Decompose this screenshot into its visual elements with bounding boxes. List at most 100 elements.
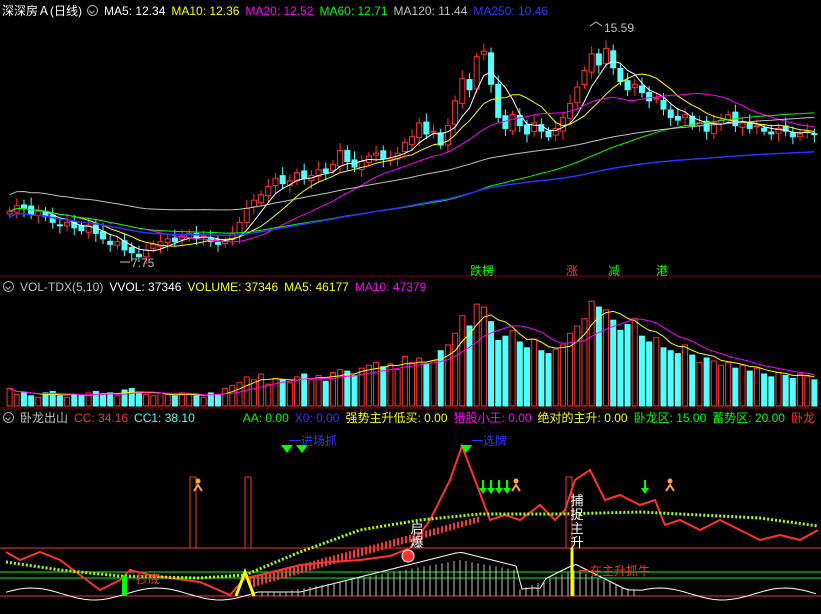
ma250-value: MA250: 10.46 bbox=[473, 4, 549, 18]
green-marker-bar bbox=[122, 576, 127, 596]
lg-value: 猎股小王: 0.00 bbox=[453, 411, 532, 425]
volume-bar bbox=[531, 338, 538, 407]
volume-bar bbox=[279, 379, 286, 407]
volume-bar bbox=[164, 393, 171, 407]
candle-body bbox=[423, 121, 430, 135]
runner-icon bbox=[193, 483, 203, 492]
candle-body bbox=[617, 68, 624, 82]
volume-bar bbox=[243, 376, 250, 407]
x0-value: X0: 0.00 bbox=[294, 411, 340, 425]
candle-body bbox=[480, 50, 487, 55]
ma5-value: MA5: 12.34 bbox=[104, 4, 166, 18]
candle-body bbox=[768, 131, 775, 135]
candle-body bbox=[509, 114, 516, 132]
candle-body bbox=[171, 237, 178, 243]
candle-body bbox=[610, 50, 617, 69]
cc-value: CC: 34.16 bbox=[74, 411, 129, 425]
ind-label-a: 一进场抓 bbox=[289, 434, 338, 448]
vvol-value: VVOL: 37346 bbox=[109, 280, 182, 294]
volume-bar bbox=[423, 363, 430, 407]
volume-bar bbox=[128, 388, 135, 407]
red-ball-icon bbox=[401, 549, 415, 563]
ma10-line bbox=[9, 73, 815, 247]
candle-body bbox=[588, 53, 595, 73]
ind-label-c: 启爆 bbox=[410, 521, 424, 550]
volume-bar bbox=[624, 324, 631, 407]
volume-bar bbox=[143, 393, 150, 407]
candle-body bbox=[128, 246, 135, 254]
candle-body bbox=[667, 109, 674, 118]
candle-body bbox=[258, 194, 265, 204]
candle-body bbox=[761, 127, 768, 132]
candle-body bbox=[114, 241, 121, 246]
volume-bar bbox=[574, 325, 581, 407]
volume-bar bbox=[646, 341, 653, 407]
volume-bar bbox=[71, 393, 78, 407]
vol-ma10-value: MA10: 47379 bbox=[354, 280, 427, 294]
ind-name[interactable]: 卧龙出山 bbox=[20, 411, 68, 425]
volume-bar bbox=[753, 367, 760, 407]
volume-bar bbox=[488, 321, 495, 407]
candle-body bbox=[329, 163, 336, 171]
dropdown-icon[interactable] bbox=[3, 281, 14, 292]
candle-body bbox=[473, 56, 480, 90]
candle-body bbox=[789, 132, 796, 138]
volume-bar bbox=[222, 388, 229, 407]
candle-body bbox=[64, 221, 71, 227]
volume-bar bbox=[545, 353, 552, 407]
volume-bar bbox=[193, 395, 200, 407]
volume-bar bbox=[214, 393, 221, 407]
dropdown-icon[interactable] bbox=[87, 5, 98, 16]
candle-body bbox=[373, 152, 380, 156]
candle-body bbox=[603, 47, 610, 64]
volume-bar bbox=[689, 354, 696, 407]
candle-body bbox=[753, 125, 760, 128]
volume-bar bbox=[452, 332, 459, 407]
candle-body bbox=[92, 224, 99, 234]
candle-body bbox=[20, 204, 27, 210]
volume-bar bbox=[502, 335, 509, 407]
candle-body bbox=[416, 122, 423, 139]
ind-label-e: 一在主升抓牛 bbox=[578, 564, 651, 578]
volume-bar bbox=[717, 364, 725, 407]
volume-bar bbox=[459, 315, 466, 407]
volume-bar bbox=[595, 306, 602, 407]
volume-bar bbox=[739, 364, 746, 407]
ind-label-b: 一选牌 bbox=[471, 434, 508, 448]
high-marker-icon bbox=[589, 21, 603, 27]
price-header: 深深房Ａ(日线) MA5: 12.34 MA10: 12.36 MA20: 12.52… bbox=[0, 3, 554, 19]
volume-bar bbox=[516, 341, 523, 407]
volume-bar bbox=[466, 325, 473, 407]
candle-body bbox=[99, 231, 107, 240]
volume-bar bbox=[322, 380, 329, 407]
volume-value: VOLUME: 37346 bbox=[187, 280, 279, 294]
volume-bar bbox=[538, 350, 545, 407]
volume-bar bbox=[552, 348, 559, 407]
volume-bar bbox=[559, 344, 566, 407]
down-arrow-icon bbox=[487, 488, 495, 494]
volume-bar bbox=[811, 379, 818, 407]
candle-body bbox=[660, 100, 667, 110]
candle-body bbox=[653, 97, 660, 100]
vol-ma5-value: MA5: 46177 bbox=[284, 280, 349, 294]
candle-body bbox=[56, 224, 63, 227]
volume-bar bbox=[315, 374, 322, 407]
volume-bar bbox=[99, 393, 107, 407]
signal-label-4: 港 bbox=[656, 264, 669, 278]
volume-bar bbox=[617, 329, 624, 407]
volume-bar bbox=[157, 392, 164, 407]
candle-body bbox=[559, 116, 566, 132]
volume-bar bbox=[660, 347, 667, 407]
volume-bar bbox=[265, 383, 272, 407]
candle-body bbox=[444, 125, 451, 146]
dropdown-icon[interactable] bbox=[3, 412, 14, 423]
volume-bar bbox=[308, 379, 315, 407]
volume-bar bbox=[674, 353, 681, 407]
candle-body bbox=[638, 85, 645, 94]
vol-indicator-name[interactable]: VOL-TDX(5,10) bbox=[20, 280, 103, 294]
stock-name[interactable]: 深深房Ａ(日线) bbox=[2, 4, 82, 18]
volume-header: VOL-TDX(5,10) VVOL: 37346 VOLUME: 37346 MA5… bbox=[0, 279, 432, 295]
candle-body bbox=[250, 199, 257, 208]
volume-bar bbox=[682, 344, 689, 407]
volume-bar bbox=[631, 318, 638, 407]
